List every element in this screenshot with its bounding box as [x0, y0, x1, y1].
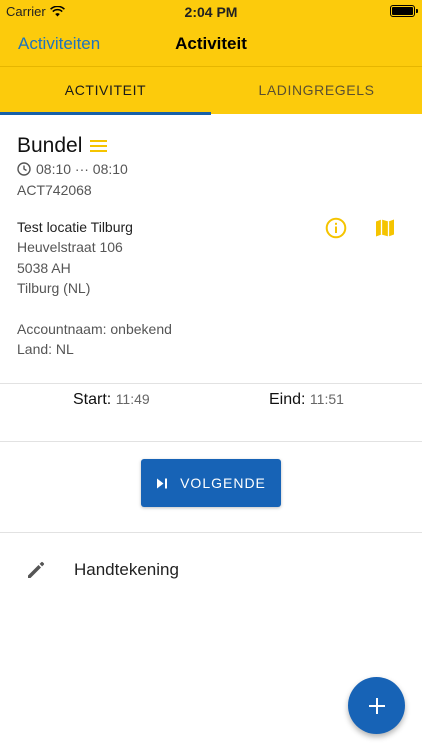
- tab-bar: ACTIVITEIT LADINGREGELS: [0, 66, 422, 115]
- location-city: Tilburg (NL): [17, 280, 91, 296]
- map-icon: [376, 219, 394, 237]
- activity-reference: ACT742068: [17, 182, 92, 198]
- activity-title-row: Bundel: [17, 134, 108, 158]
- account-name: Accountnaam: onbekend: [17, 321, 172, 337]
- status-bar: Carrier 2:04 PM: [0, 0, 422, 22]
- signature-row[interactable]: Handtekening: [0, 546, 422, 594]
- divider: [0, 532, 422, 533]
- info-icon: [325, 217, 347, 239]
- back-button[interactable]: Activiteiten: [18, 34, 100, 54]
- location-postal: 5038 AH: [17, 260, 71, 276]
- pencil-icon: [26, 560, 46, 585]
- app-header: Carrier 2:04 PM Activiteiten Activiteit …: [0, 0, 422, 115]
- start-value: 11:49: [115, 391, 150, 407]
- next-button[interactable]: VOLGENDE: [141, 459, 281, 507]
- clock-icon: [17, 162, 31, 176]
- plus-icon: [368, 697, 385, 714]
- next-button-label: VOLGENDE: [180, 475, 266, 491]
- country: Land: NL: [17, 341, 74, 357]
- location-name: Test locatie Tilburg: [17, 219, 133, 235]
- signature-label: Handtekening: [74, 560, 179, 579]
- navigation-bar: Activiteiten Activiteit: [0, 22, 422, 66]
- add-button[interactable]: [348, 677, 405, 734]
- info-button[interactable]: [322, 214, 350, 242]
- hamburger-icon[interactable]: [90, 139, 108, 153]
- location-street: Heuvelstraat 106: [17, 239, 123, 255]
- skip-next-icon: [157, 478, 168, 488]
- divider: [0, 441, 422, 442]
- activity-time-range: 08:10 ··· 08:10: [17, 161, 128, 177]
- divider: [0, 383, 422, 384]
- time-range-text: 08:10 ··· 08:10: [36, 161, 128, 177]
- start-label: Start:: [73, 391, 112, 408]
- map-button[interactable]: [371, 214, 399, 242]
- start-time: Start: 11:49: [73, 391, 273, 409]
- tab-activiteit[interactable]: ACTIVITEIT: [0, 67, 211, 115]
- end-label: Eind:: [269, 391, 306, 408]
- end-time: Eind: 11:51: [269, 391, 422, 409]
- battery-icon: [390, 5, 418, 17]
- end-value: 11:51: [309, 391, 344, 407]
- activity-title: Bundel: [17, 134, 83, 157]
- status-time: 2:04 PM: [184, 4, 238, 20]
- tab-ladingregels[interactable]: LADINGREGELS: [211, 67, 422, 114]
